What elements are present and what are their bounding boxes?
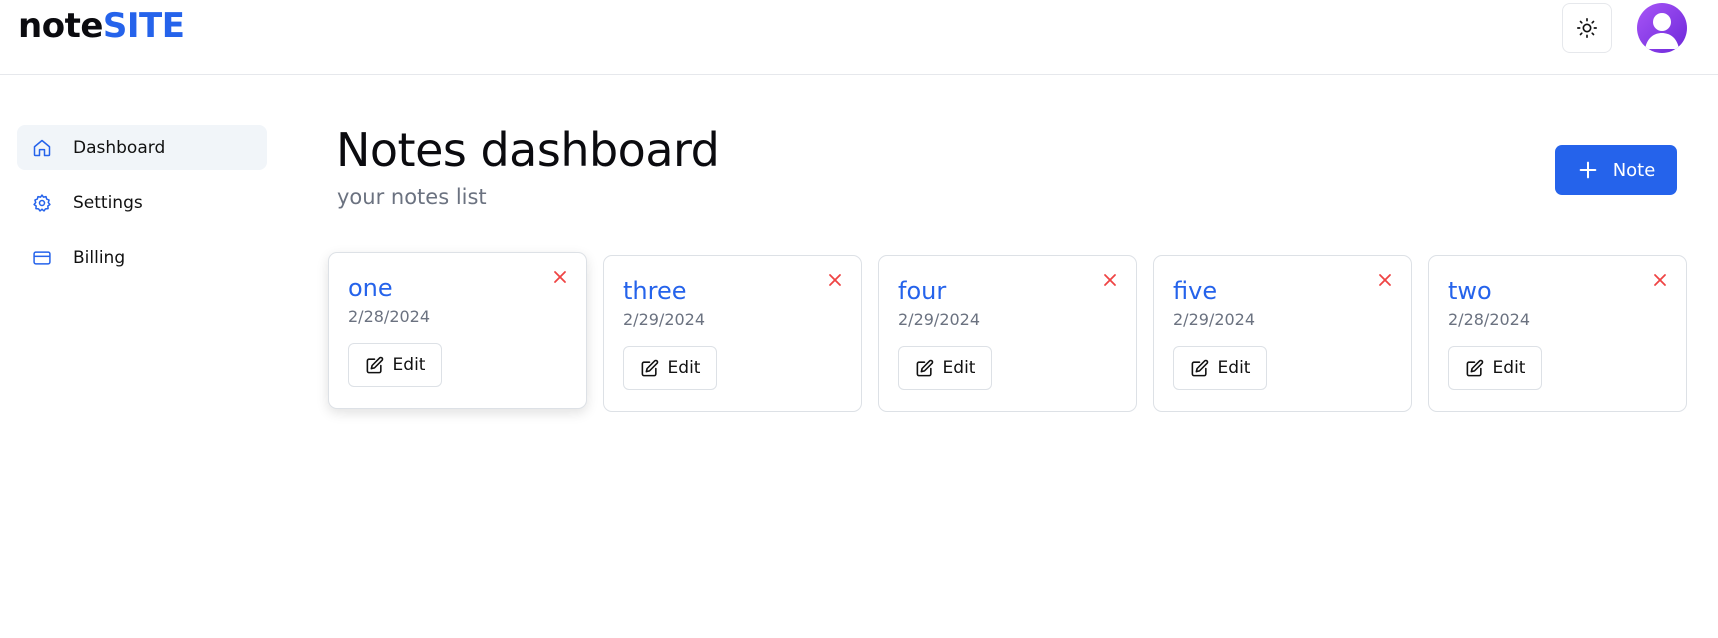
page-subtitle: your notes list — [337, 185, 487, 209]
page-title: Notes dashboard — [336, 123, 720, 177]
note-card[interactable]: two 2/28/2024 Edit — [1428, 255, 1687, 412]
edit-note-button[interactable]: Edit — [898, 346, 992, 390]
sidebar-item-dashboard[interactable]: Dashboard — [17, 125, 267, 170]
user-avatar[interactable] — [1637, 3, 1687, 53]
note-title: one — [348, 274, 393, 302]
gear-icon — [31, 192, 53, 214]
edit-note-button[interactable]: Edit — [1173, 346, 1267, 390]
credit-card-icon — [31, 247, 53, 269]
top-header: noteSITE — [0, 0, 1718, 75]
edit-label: Edit — [392, 355, 426, 375]
edit-label: Edit — [942, 358, 976, 378]
edit-icon — [915, 359, 934, 378]
sun-icon — [1576, 17, 1598, 39]
note-date: 2/28/2024 — [1448, 310, 1531, 329]
site-logo[interactable]: noteSITE — [18, 4, 185, 48]
theme-toggle-button[interactable] — [1562, 3, 1612, 53]
delete-note-icon[interactable] — [1375, 270, 1395, 290]
note-card[interactable]: four 2/29/2024 Edit — [878, 255, 1137, 412]
edit-note-button[interactable]: Edit — [623, 346, 717, 390]
note-date: 2/28/2024 — [348, 307, 431, 326]
sidebar-item-label: Settings — [73, 192, 143, 213]
note-title: two — [1448, 277, 1492, 305]
sidebar-item-label: Dashboard — [73, 137, 166, 158]
edit-note-button[interactable]: Edit — [348, 343, 442, 387]
sidebar-item-billing[interactable]: Billing — [17, 235, 267, 280]
edit-note-button[interactable]: Edit — [1448, 346, 1542, 390]
logo-accent: SITE — [102, 6, 185, 46]
delete-note-icon[interactable] — [825, 270, 845, 290]
add-note-label: Note — [1612, 159, 1656, 181]
note-title: five — [1173, 277, 1218, 305]
delete-note-icon[interactable] — [550, 267, 570, 287]
edit-icon — [1190, 359, 1209, 378]
edit-label: Edit — [667, 358, 701, 378]
note-card[interactable]: three 2/29/2024 Edit — [603, 255, 862, 412]
note-title: three — [623, 277, 687, 305]
sidebar-item-label: Billing — [73, 247, 126, 268]
home-icon — [31, 137, 53, 159]
sidebar-nav: Dashboard Settings Billing — [17, 125, 267, 290]
user-silhouette-icon — [1645, 13, 1679, 49]
edit-label: Edit — [1217, 358, 1251, 378]
edit-icon — [1465, 359, 1484, 378]
note-title: four — [898, 277, 947, 305]
plus-icon — [1577, 159, 1599, 181]
sidebar-item-settings[interactable]: Settings — [17, 180, 267, 225]
add-note-button[interactable]: Note — [1555, 145, 1677, 195]
edit-label: Edit — [1492, 358, 1526, 378]
edit-icon — [640, 359, 659, 378]
note-date: 2/29/2024 — [898, 310, 981, 329]
logo-prefix: note — [18, 6, 103, 46]
note-card[interactable]: five 2/29/2024 Edit — [1153, 255, 1412, 412]
edit-icon — [365, 356, 384, 375]
delete-note-icon[interactable] — [1100, 270, 1120, 290]
delete-note-icon[interactable] — [1650, 270, 1670, 290]
note-date: 2/29/2024 — [1173, 310, 1256, 329]
note-card[interactable]: one 2/28/2024 Edit — [328, 252, 587, 409]
note-date: 2/29/2024 — [623, 310, 706, 329]
